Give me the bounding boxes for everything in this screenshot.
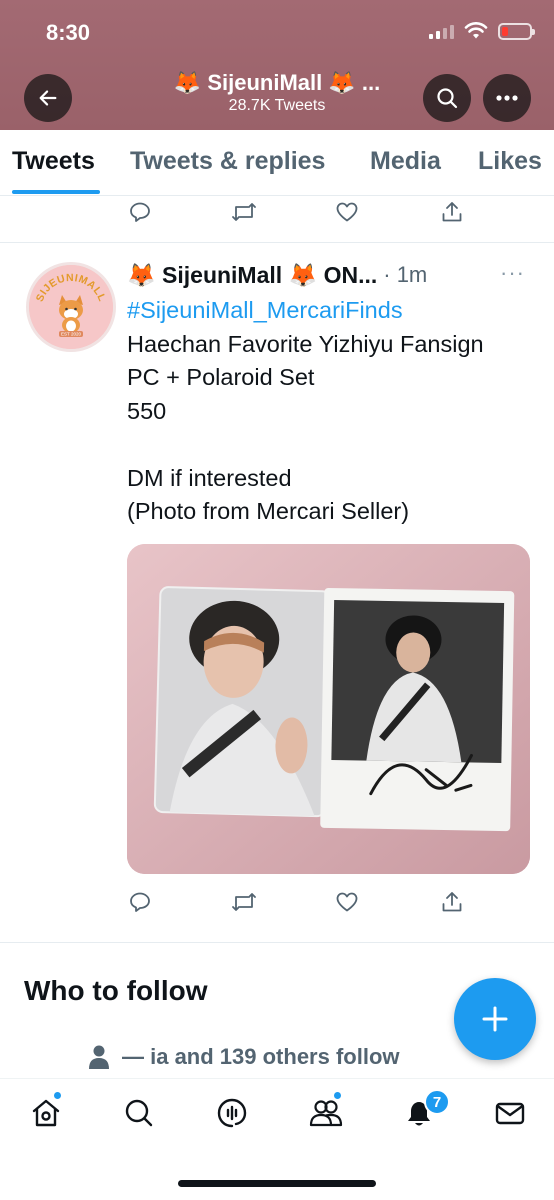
- nav-messages[interactable]: [490, 1093, 530, 1133]
- profile-tabs: Tweets Tweets & replies Media Likes: [0, 130, 554, 196]
- tweet-line: DM if interested: [127, 464, 292, 491]
- hashtag-link[interactable]: #SijeuniMall_MercariFinds: [127, 294, 537, 328]
- heart-icon: [336, 202, 358, 222]
- previous-tweet-actions: [126, 198, 466, 226]
- tab-media[interactable]: Media: [370, 147, 441, 176]
- profile-header-banner: 8:30 🦊 SijeuniMall 🦊 ... 28.7K Tweets: [0, 0, 554, 130]
- who-to-follow-heading: Who to follow: [24, 975, 208, 1006]
- nav-spaces[interactable]: [212, 1093, 252, 1133]
- communities-new-indicator: [333, 1091, 342, 1100]
- search-icon: [437, 88, 458, 109]
- search-button[interactable]: [423, 74, 471, 122]
- messages-icon: [495, 1102, 525, 1125]
- tweet-more-button[interactable]: ···: [500, 260, 525, 286]
- retweet-icon: [232, 203, 256, 221]
- status-time: 8:30: [46, 20, 91, 45]
- social-context: — ia and 139 others follow: [88, 1044, 400, 1070]
- profile-title: 🦊 SijeuniMall 🦊 ... 28.7K Tweets: [0, 70, 554, 115]
- reply-icon: [130, 202, 150, 222]
- retweet-button[interactable]: [230, 198, 258, 226]
- tweet-text: #SijeuniMall_MercariFinds Haechan Favori…: [127, 294, 537, 529]
- profile-name: 🦊 SijeuniMall 🦊 ...: [173, 70, 381, 95]
- photocard-image: [127, 544, 530, 874]
- svg-text:EST 2020: EST 2020: [61, 332, 81, 337]
- share-icon: [442, 202, 462, 222]
- social-context-text: — ia and 139 others follow: [122, 1044, 400, 1069]
- tweet-actions: [126, 888, 466, 916]
- active-tab-indicator: [12, 190, 100, 194]
- tab-tweets[interactable]: Tweets: [12, 147, 95, 176]
- tweet-line: Haechan Favorite Yizhiyu Fansign: [127, 330, 484, 357]
- explore-icon: [125, 1099, 153, 1127]
- tab-likes[interactable]: Likes: [478, 147, 542, 176]
- tab-tweets-replies[interactable]: Tweets & replies: [130, 147, 325, 176]
- communities-icon: [309, 1100, 343, 1127]
- person-icon: [89, 1045, 109, 1069]
- plus-icon: [482, 1006, 508, 1032]
- more-horizontal-icon: [496, 95, 518, 101]
- more-options-button[interactable]: [483, 74, 531, 122]
- tweet-line: [127, 428, 537, 462]
- nav-explore[interactable]: [119, 1093, 159, 1133]
- wifi-icon: [464, 22, 488, 39]
- retweet-button[interactable]: [230, 888, 258, 916]
- tweet-divider: [0, 942, 554, 943]
- like-button[interactable]: [333, 198, 361, 226]
- tweet-divider: [0, 242, 554, 243]
- home-icon: [32, 1099, 60, 1127]
- home-new-indicator: [53, 1091, 62, 1100]
- tweet-line: PC + Polaroid Set: [127, 364, 315, 390]
- reply-icon: [130, 892, 150, 912]
- tweet-header: 🦊 SijeuniMall 🦊 ON... · 1m ···: [127, 258, 537, 292]
- share-icon: [442, 892, 462, 912]
- tweet-line: 550: [127, 397, 167, 424]
- compose-tweet-button[interactable]: [454, 978, 536, 1060]
- share-button[interactable]: [438, 198, 466, 226]
- reply-button[interactable]: [126, 198, 154, 226]
- tweet-author-name[interactable]: 🦊 SijeuniMall 🦊 ON...: [127, 262, 377, 289]
- tweet-photo[interactable]: [127, 544, 530, 874]
- share-button[interactable]: [438, 888, 466, 916]
- tweet-line: (Photo from Mercari Seller): [127, 498, 410, 524]
- shop-logo: SIJEUNIMALL EST 2020: [29, 265, 113, 349]
- battery-icon: [498, 22, 535, 40]
- reply-button[interactable]: [126, 888, 154, 916]
- notifications-badge: 7: [424, 1089, 450, 1115]
- retweet-icon: [232, 893, 256, 911]
- spaces-icon: [217, 1098, 247, 1128]
- avatar[interactable]: SIJEUNIMALL EST 2020: [26, 262, 116, 352]
- like-button[interactable]: [333, 888, 361, 916]
- heart-icon: [336, 892, 358, 912]
- cellular-signal-icon: [429, 23, 454, 39]
- status-icons: [429, 22, 535, 40]
- home-indicator: [178, 1180, 376, 1187]
- tweet-timestamp[interactable]: · 1m: [383, 262, 427, 288]
